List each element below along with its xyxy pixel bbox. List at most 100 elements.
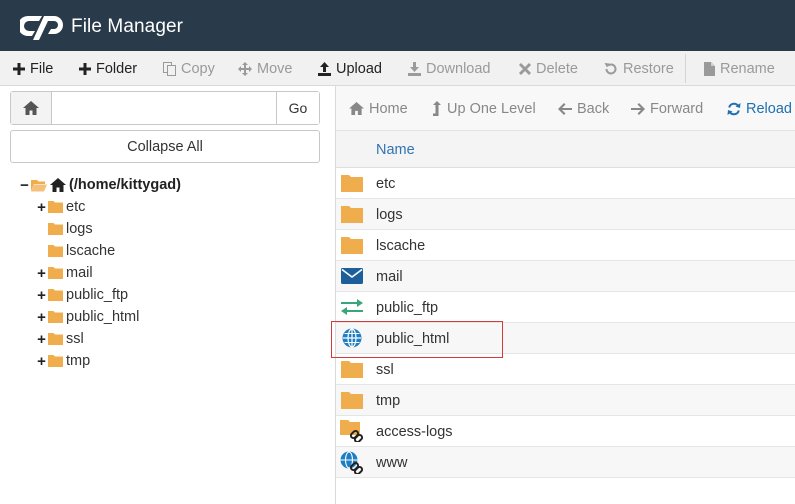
download-button[interactable]: Download <box>408 51 491 86</box>
restore-button[interactable]: Restore <box>604 51 674 86</box>
file-name: public_ftp <box>376 299 439 316</box>
column-header-name[interactable]: Name <box>376 131 415 168</box>
tree-item-label: public_html <box>66 309 140 325</box>
toolbar: File Folder Copy Move Upload Download De… <box>0 51 795 86</box>
expand-toggle-icon[interactable]: + <box>36 353 47 370</box>
tree-item-label: tmp <box>66 353 91 369</box>
path-input[interactable] <box>53 92 276 124</box>
globe-icon <box>340 326 364 350</box>
file-name: lscache <box>376 237 426 254</box>
folder-icon <box>340 388 364 412</box>
new-folder-button[interactable]: Folder <box>79 51 137 86</box>
table-row[interactable]: www <box>336 447 795 478</box>
level-up-icon <box>432 101 442 116</box>
go-button[interactable]: Go <box>276 92 319 124</box>
back-button[interactable]: Back <box>558 86 609 131</box>
globe-link-icon <box>340 450 364 474</box>
toolbar-divider <box>685 54 686 83</box>
folder-icon <box>340 171 364 195</box>
table-header: Name <box>336 131 795 168</box>
folder-icon <box>340 357 364 381</box>
folder-icon <box>48 311 63 323</box>
expand-toggle-icon[interactable]: + <box>36 331 47 348</box>
file-name: tmp <box>376 392 401 409</box>
home-icon <box>50 178 66 192</box>
table-row-empty <box>336 478 795 504</box>
folder-icon <box>48 289 63 301</box>
table-row[interactable]: lscache <box>336 230 795 261</box>
folder-icon <box>48 201 63 213</box>
expand-toggle-icon[interactable]: + <box>36 287 47 304</box>
file-name: public_html <box>376 330 450 347</box>
folder-icon <box>48 333 63 345</box>
folder-link-icon <box>340 419 364 443</box>
upload-button[interactable]: Upload <box>318 51 382 86</box>
path-home-button[interactable] <box>11 92 52 124</box>
expand-toggle-icon[interactable]: + <box>36 199 47 216</box>
exchange-arrows-icon <box>340 295 364 319</box>
folder-icon <box>48 245 63 257</box>
folder-icon <box>48 355 63 367</box>
tree-item-etc[interactable]: + etc <box>36 197 85 217</box>
table-row[interactable]: etc <box>336 168 795 199</box>
cpanel-logo <box>20 16 63 40</box>
tree-item-mail[interactable]: + mail <box>36 263 93 283</box>
tree-item-label: public_ftp <box>66 287 129 303</box>
new-file-button[interactable]: File <box>13 51 53 86</box>
file-name: www <box>376 454 408 471</box>
table-row[interactable]: logs <box>336 199 795 230</box>
move-icon <box>238 61 252 76</box>
app-header: File Manager <box>0 0 795 51</box>
plus-icon <box>79 62 91 75</box>
table-row[interactable]: public_ftp <box>336 292 795 323</box>
plus-icon <box>13 62 25 75</box>
collapse-all-button[interactable]: Collapse All <box>10 130 320 163</box>
copy-button[interactable]: Copy <box>163 51 215 86</box>
folder-icon <box>340 233 364 257</box>
table-row[interactable]: mail <box>336 261 795 292</box>
folder-icon <box>48 223 63 235</box>
move-button[interactable]: Move <box>238 51 292 86</box>
tree-item-public-html[interactable]: + public_html <box>36 307 139 327</box>
table-row[interactable]: ssl <box>336 354 795 385</box>
rename-button[interactable]: Rename <box>704 51 775 86</box>
tree-item-label: etc <box>66 199 86 215</box>
expand-toggle-icon[interactable]: + <box>36 265 47 282</box>
expand-toggle-icon[interactable]: + <box>36 309 47 326</box>
path-bar: Go <box>10 91 320 125</box>
refresh-icon <box>727 102 741 116</box>
restore-icon <box>604 62 618 76</box>
tree-item-lscache[interactable]: lscache <box>48 241 115 261</box>
folder-open-icon <box>31 179 47 192</box>
tree-item-tmp[interactable]: + tmp <box>36 351 90 371</box>
delete-button[interactable]: Delete <box>519 51 578 86</box>
home-icon <box>23 101 39 115</box>
up-one-level-button[interactable]: Up One Level <box>432 86 536 131</box>
tree-root[interactable]: − (/home/kittygad) <box>19 175 181 195</box>
tree-item-public-ftp[interactable]: + public_ftp <box>36 285 128 305</box>
table-row[interactable]: access-logs <box>336 416 795 447</box>
home-icon <box>349 102 364 115</box>
folder-icon <box>48 267 63 279</box>
tree-item-ssl[interactable]: + ssl <box>36 329 84 349</box>
home-button[interactable]: Home <box>349 86 408 131</box>
file-name: ssl <box>376 361 394 378</box>
tree-item-label: mail <box>66 265 93 281</box>
arrow-right-icon <box>631 102 645 115</box>
tree-item-logs[interactable]: logs <box>48 219 93 239</box>
table-row[interactable]: tmp <box>336 385 795 416</box>
delete-icon <box>519 62 531 75</box>
table-row[interactable]: public_html <box>336 323 795 354</box>
collapse-toggle-icon[interactable]: − <box>19 177 30 194</box>
upload-icon <box>318 61 331 76</box>
file-name: etc <box>376 175 396 192</box>
reload-button[interactable]: Reload <box>727 86 792 131</box>
navigation-bar: Home Up One Level Back Forward Reload <box>336 86 795 131</box>
tree-item-label: ssl <box>66 331 84 347</box>
envelope-icon <box>340 264 364 288</box>
copy-icon <box>163 61 176 76</box>
arrow-left-icon <box>558 102 572 115</box>
forward-button[interactable]: Forward <box>631 86 703 131</box>
app-title: File Manager <box>71 16 184 37</box>
tree-item-label: lscache <box>66 243 116 259</box>
